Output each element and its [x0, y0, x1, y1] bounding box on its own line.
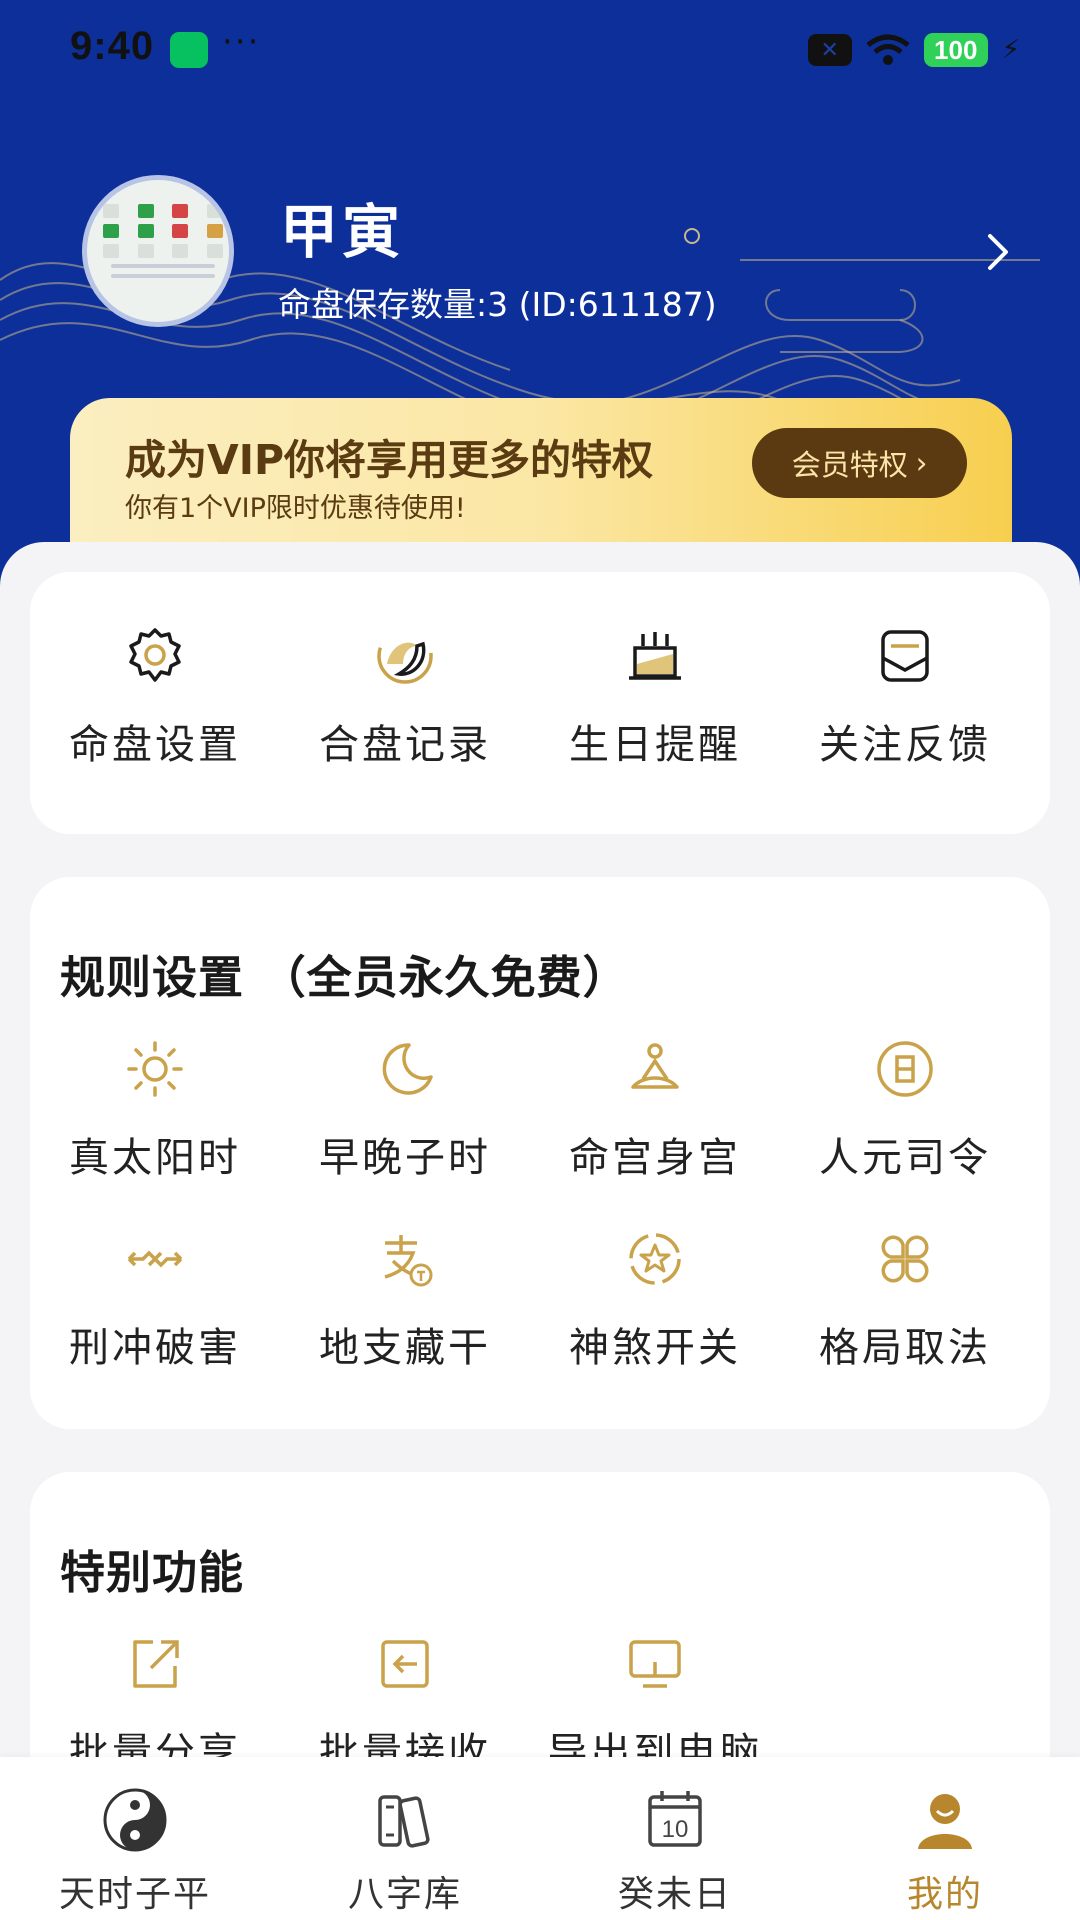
meditation-icon	[631, 1043, 679, 1089]
person-icon	[918, 1794, 972, 1849]
battery-icon: 100	[923, 33, 988, 67]
sun-icon	[127, 1041, 183, 1097]
zhi-char-icon	[384, 1235, 433, 1287]
calendar-day-number: 10	[662, 1816, 689, 1843]
quick-action-label: 命盘设置	[69, 722, 241, 768]
share-icon	[133, 1640, 179, 1688]
tab-label: 天时子平	[58, 1874, 211, 1915]
rule-label: 命宫身宫	[569, 1135, 741, 1181]
circle-sun-icon	[877, 1041, 933, 1097]
books-icon	[378, 1795, 430, 1848]
rule-label: 格局取法	[819, 1325, 991, 1371]
vip-subtitle: 你有1个VIP限时优惠待使用!	[125, 493, 466, 524]
chevron-right-icon[interactable]	[980, 230, 1016, 274]
quick-action-chart-settings[interactable]: 命盘设置	[30, 624, 280, 770]
tab-label: 癸未日	[617, 1874, 732, 1915]
rule-life-palace[interactable]: 命宫身宫	[530, 1037, 780, 1183]
vip-title: 成为VIP你将享用更多的特权	[125, 436, 654, 484]
rule-clash-harm[interactable]: 刑冲破害	[30, 1227, 280, 1373]
rule-true-solar-time[interactable]: 真太阳时	[30, 1037, 280, 1183]
sim-off-icon: ✕	[807, 34, 852, 66]
rule-pattern-method[interactable]: 格局取法	[780, 1227, 1030, 1373]
quick-action-label: 生日提醒	[569, 722, 741, 768]
cross-icon	[127, 1250, 183, 1268]
more-dots-icon: ···	[222, 22, 261, 62]
import-icon	[381, 1640, 429, 1688]
yinyang-icon	[103, 1788, 167, 1852]
vip-banner[interactable]: 成为VIP你将享用更多的特权 你有1个VIP限时优惠待使用! 会员特权 ›	[70, 398, 1012, 558]
avatar[interactable]	[82, 175, 234, 327]
rule-early-late-zi[interactable]: 早晚子时	[280, 1037, 530, 1183]
monitor-icon	[629, 1640, 681, 1688]
rule-label: 真太阳时	[69, 1135, 241, 1181]
rule-hidden-stems[interactable]: 地支藏干	[280, 1227, 530, 1373]
rules-card: 规则设置 （全员永久免费） 真太阳时 早晚子时 命宫身宫 人元司令 刑冲破害 地…	[30, 877, 1050, 1429]
user-meta: 命盘保存数量:3 (ID:611187)	[278, 285, 717, 324]
rule-shensha-switch[interactable]: 神煞开关	[530, 1227, 780, 1373]
tab-bazi-library[interactable]: 八字库	[270, 1757, 540, 1920]
quick-action-feedback[interactable]: 关注反馈	[780, 624, 1030, 770]
content-sheet: 命盘设置 合盘记录 生日提醒 关注反馈 规则设置 （全员永久免费） 真太阳时 早…	[0, 542, 1080, 1872]
user-name[interactable]: 甲寅	[280, 185, 404, 269]
rule-label: 刑冲破害	[69, 1325, 241, 1371]
chevron-right-icon: ›	[915, 446, 928, 480]
special-title: 特别功能	[60, 1546, 245, 1599]
calendar-icon: 10	[648, 1791, 702, 1847]
bottom-tab-bar: 天时子平 八字库 10 癸未日 我的	[0, 1757, 1080, 1920]
rule-label: 人元司令	[819, 1135, 991, 1181]
rule-label: 地支藏干	[319, 1325, 491, 1371]
status-time: 9:40	[70, 24, 155, 68]
tab-label: 八字库	[347, 1874, 462, 1915]
wifi-icon	[866, 34, 910, 65]
quick-action-birthday-reminder[interactable]: 生日提醒	[530, 624, 780, 770]
moon-icon	[382, 1043, 433, 1095]
wechat-icon	[170, 32, 208, 68]
gear-icon	[129, 628, 181, 682]
tab-tianshi-ziping[interactable]: 天时子平	[0, 1757, 270, 1920]
star-badge-icon	[629, 1233, 681, 1285]
tab-mine[interactable]: 我的	[810, 1757, 1080, 1920]
rule-human-yuan[interactable]: 人元司令	[780, 1037, 1030, 1183]
clover-icon	[881, 1235, 929, 1283]
tab-label: 我的	[906, 1874, 983, 1915]
quick-action-match-records[interactable]: 合盘记录	[280, 624, 530, 770]
mail-icon	[881, 630, 929, 682]
rules-title: 规则设置 （全员永久免费）	[60, 951, 629, 1004]
status-bar: 9:40 ··· ✕ 100 ⚡	[0, 0, 1080, 100]
vip-button-label: 会员特权	[791, 448, 908, 482]
vip-privilege-button[interactable]: 会员特权 ›	[752, 428, 967, 498]
quick-action-label: 合盘记录	[319, 722, 491, 768]
fish-icon	[377, 628, 433, 684]
profile-header: 9:40 ··· ✕ 100 ⚡ 甲寅 命盘保存数量:3 (ID:611187)…	[0, 0, 1080, 600]
cake-icon	[629, 632, 681, 680]
quick-actions-card: 命盘设置 合盘记录 生日提醒 关注反馈	[30, 572, 1050, 834]
charging-icon: ⚡	[1001, 35, 1020, 65]
rule-label: 神煞开关	[569, 1325, 741, 1371]
quick-action-label: 关注反馈	[819, 722, 991, 768]
rule-label: 早晚子时	[319, 1135, 491, 1181]
tab-calendar-day[interactable]: 10 癸未日	[540, 1757, 810, 1920]
